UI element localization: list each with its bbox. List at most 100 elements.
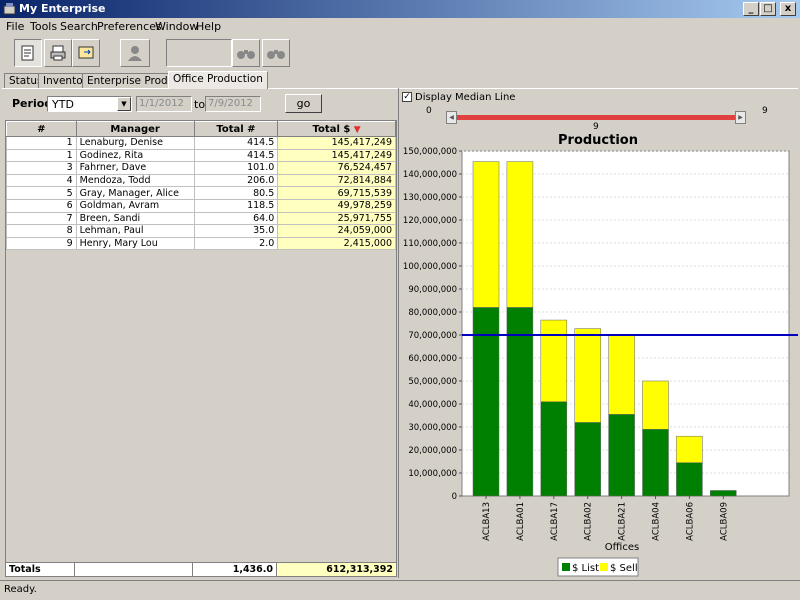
export-icon xyxy=(78,46,94,59)
cell-rank: 5 xyxy=(6,186,77,200)
period-value: YTD xyxy=(52,98,74,111)
cell-total-amount: 2,415,000 xyxy=(277,236,396,251)
menu-help[interactable]: Help xyxy=(196,20,221,33)
panel-splitter[interactable] xyxy=(398,88,399,578)
print-button[interactable] xyxy=(44,39,72,67)
cell-total-amount: 76,524,457 xyxy=(277,161,396,175)
slider-min-label: 0 xyxy=(426,106,432,116)
y-tick-label: 20,000,000 xyxy=(408,446,457,456)
header-total-amount-label: Total $ xyxy=(312,123,351,135)
bar-sell xyxy=(540,319,568,402)
cell-rank: 1 xyxy=(6,136,77,150)
bar-sell xyxy=(506,161,534,308)
x-axis-label: Offices xyxy=(605,542,639,553)
cell-total-count: 101.0 xyxy=(193,161,279,175)
table-row[interactable]: 5 Gray, Manager, Alice 80.5 69,715,539 xyxy=(6,186,396,200)
cell-total-count: 80.5 xyxy=(193,186,279,200)
y-tick-label: 110,000,000 xyxy=(403,239,457,249)
table-row[interactable]: 9 Henry, Mary Lou 2.0 2,415,000 xyxy=(6,236,396,251)
menu-file[interactable]: File xyxy=(6,20,24,33)
range-slider-track[interactable] xyxy=(450,115,743,120)
y-tick-label: 100,000,000 xyxy=(403,262,457,272)
period-select[interactable]: YTD ▼ xyxy=(47,96,132,112)
sort-desc-icon: ▼ xyxy=(353,124,361,135)
bar-list xyxy=(642,429,669,497)
legend-swatch-list xyxy=(562,563,570,571)
cell-rank: 4 xyxy=(6,173,77,188)
header-rank[interactable]: # xyxy=(6,121,77,137)
export-button[interactable] xyxy=(72,39,100,67)
table-row[interactable]: 8 Lehman, Paul 35.0 24,059,000 xyxy=(6,224,396,238)
cell-manager: Lenaburg, Denise xyxy=(75,136,195,150)
minimize-button[interactable]: _ xyxy=(743,2,759,16)
go-button[interactable]: go xyxy=(285,94,322,113)
menu-preferences[interactable]: Preferences xyxy=(97,20,162,33)
menu-tools[interactable]: Tools xyxy=(30,20,57,33)
table-header-row: # Manager Total # Total $ ▼ xyxy=(6,121,396,137)
user-button[interactable] xyxy=(120,39,150,67)
y-tick-label: 80,000,000 xyxy=(408,308,457,318)
maximize-button[interactable]: □ xyxy=(760,2,776,16)
y-tick-label: 70,000,000 xyxy=(408,331,457,341)
table-row[interactable]: 1 Lenaburg, Denise 414.5 145,417,249 xyxy=(6,136,396,150)
bar-sell xyxy=(676,435,703,463)
y-tick-label: 0 xyxy=(452,492,457,502)
table-row[interactable]: 1 Godinez, Rita 414.5 145,417,249 xyxy=(6,148,396,163)
date-to-field[interactable]: 7/9/2012 xyxy=(205,96,261,112)
print-preview-button[interactable] xyxy=(14,39,42,67)
cell-manager: Mendoza, Todd xyxy=(75,173,195,188)
bar-list xyxy=(540,401,568,497)
to-label: to xyxy=(194,98,206,111)
cell-manager: Henry, Mary Lou xyxy=(75,236,195,251)
status-text: Ready. xyxy=(4,584,37,595)
cell-manager: Lehman, Paul xyxy=(75,224,195,238)
legend-label-sell: $ Sell xyxy=(610,563,638,574)
manager-table: # Manager Total # Total $ ▼ 1 Lenaburg, D… xyxy=(5,120,397,577)
date-from-field[interactable]: 1/1/2012 xyxy=(136,96,192,112)
tab-office-production[interactable]: Office Production xyxy=(168,71,268,89)
header-manager[interactable]: Manager xyxy=(75,121,195,137)
x-tick-label: ACLBA21 xyxy=(618,502,628,541)
cell-total-count: 35.0 xyxy=(193,224,279,238)
bar-list xyxy=(608,414,635,497)
menu-bar: File Tools Search Preferences Window Hel… xyxy=(0,18,800,36)
table-row[interactable]: 7 Breen, Sandi 64.0 25,971,755 xyxy=(6,211,396,226)
find-next-button[interactable] xyxy=(262,39,290,67)
cell-manager: Breen, Sandi xyxy=(75,211,195,226)
x-tick-label: ACLBA02 xyxy=(584,502,594,541)
table-row[interactable]: 6 Goldman, Avram 118.5 49,978,259 xyxy=(6,198,396,213)
y-tick-label: 140,000,000 xyxy=(403,170,457,180)
toolbar xyxy=(0,37,800,69)
legend-swatch-sell xyxy=(600,563,608,571)
search-box[interactable] xyxy=(166,39,232,67)
x-tick-label: ACLBA04 xyxy=(652,502,662,541)
cell-rank: 7 xyxy=(6,211,77,226)
chevron-down-icon[interactable]: ▼ xyxy=(117,97,131,111)
header-total-count[interactable]: Total # xyxy=(193,121,279,137)
median-line-checkbox[interactable]: ✓ xyxy=(402,92,412,102)
x-tick-label: ACLBA09 xyxy=(719,502,729,541)
cell-total-count: 64.0 xyxy=(193,211,279,226)
bar-sell xyxy=(642,380,669,430)
window-title: My Enterprise xyxy=(19,2,106,15)
close-button[interactable]: x xyxy=(780,2,796,16)
cell-total-count: 2.0 xyxy=(193,236,279,251)
menu-window[interactable]: Window xyxy=(155,20,198,33)
range-slider-left-thumb[interactable]: ◀ xyxy=(446,111,457,124)
tab-content-border xyxy=(2,88,798,89)
find-button[interactable] xyxy=(232,39,260,67)
table-row[interactable]: 3 Fahrner, Dave 101.0 76,524,457 xyxy=(6,161,396,175)
cell-total-amount: 24,059,000 xyxy=(277,224,396,238)
production-chart: 0 10,000,000 20,000,000 30,000,000 40,000,00… xyxy=(403,133,799,577)
cell-total-amount: 145,417,249 xyxy=(277,136,396,150)
header-total-amount[interactable]: Total $ ▼ xyxy=(277,121,396,137)
range-slider-right-thumb[interactable]: ▶ xyxy=(735,111,746,124)
menu-search[interactable]: Search xyxy=(60,20,98,33)
bar-sell xyxy=(472,161,500,308)
totals-label: Totals xyxy=(5,562,75,577)
status-separator xyxy=(0,580,800,581)
table-row[interactable]: 4 Mendoza, Todd 206.0 72,814,884 xyxy=(6,173,396,188)
totals-count: 1,436.0 xyxy=(192,562,277,577)
binoculars-icon xyxy=(267,50,285,59)
y-tick-label: 60,000,000 xyxy=(408,354,457,364)
